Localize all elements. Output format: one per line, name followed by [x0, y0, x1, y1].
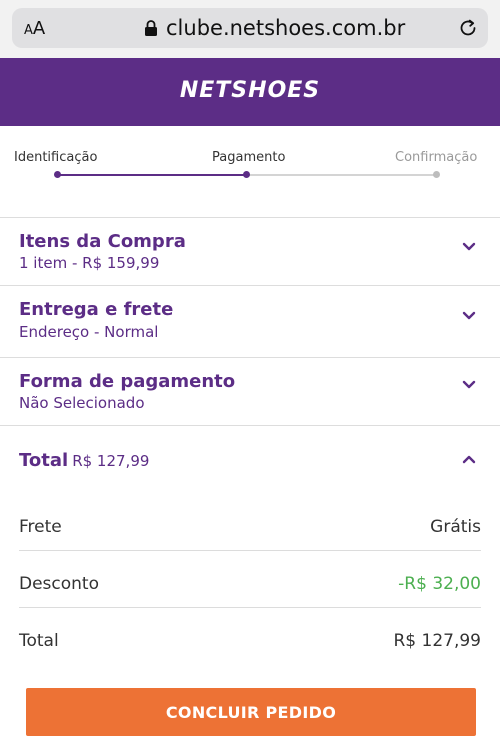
summary-row-label: Frete: [19, 517, 62, 537]
text-size-small-label: A: [24, 23, 33, 38]
concluir-pedido-button[interactable]: CONCLUIR PEDIDO: [26, 688, 476, 736]
progress-track-pending: [247, 174, 436, 176]
checkout-steps: Identificação Pagamento Confirmação: [0, 126, 500, 218]
summary-row-total: Total R$ 127,99: [19, 631, 481, 687]
chevron-up-icon[interactable]: [462, 454, 476, 464]
chevron-down-icon[interactable]: [462, 311, 476, 321]
chevron-down-icon[interactable]: [462, 380, 476, 390]
summary-row-value: R$ 127,99: [393, 631, 481, 651]
section-delivery-title: Entrega e frete: [19, 299, 174, 320]
text-size-large-label: A: [32, 18, 46, 39]
lock-icon: [145, 20, 157, 36]
section-delivery-subtitle: Endereço - Normal: [19, 323, 159, 341]
progress-track-complete: [57, 174, 247, 176]
netshoes-logo[interactable]: NETSHOES: [0, 78, 500, 103]
section-delivery[interactable]: Entrega e frete Endereço - Normal: [0, 286, 500, 357]
row-divider: [19, 607, 481, 608]
summary-row-frete: Frete Grátis: [19, 517, 481, 573]
summary-row-value: Grátis: [430, 517, 481, 537]
section-items-title: Itens da Compra: [19, 231, 186, 252]
step-pagamento: Pagamento: [212, 150, 286, 165]
total-summary-header[interactable]: Total R$ 127,99: [19, 450, 149, 471]
step-dot-identificacao: [54, 171, 61, 178]
discount-value: -R$ 32,00: [398, 574, 481, 594]
url-text: clube.netshoes.com.br: [166, 16, 406, 40]
section-items-subtitle: 1 item - R$ 159,99: [19, 254, 160, 272]
text-size-button[interactable]: AA: [24, 18, 45, 39]
section-payment-title: Forma de pagamento: [19, 371, 236, 392]
brand-header: NETSHOES: [0, 58, 500, 126]
step-confirmacao: Confirmação: [395, 150, 478, 165]
step-dot-confirmacao: [433, 171, 440, 178]
total-summary-value: R$ 127,99: [72, 452, 150, 470]
address-bar[interactable]: AA clube.netshoes.com.br: [12, 8, 488, 48]
summary-row-label: Desconto: [19, 574, 99, 594]
section-items[interactable]: Itens da Compra 1 item - R$ 159,99: [0, 218, 500, 285]
section-payment[interactable]: Forma de pagamento Não Selecionado: [0, 358, 500, 425]
section-payment-subtitle: Não Selecionado: [19, 394, 145, 412]
divider: [0, 425, 500, 426]
summary-row-desconto: Desconto -R$ 32,00: [19, 574, 481, 630]
summary-row-label: Total: [19, 631, 59, 651]
step-identificacao: Identificação: [14, 150, 98, 165]
row-divider: [19, 550, 481, 551]
total-summary-label: Total: [19, 450, 69, 471]
browser-chrome: AA clube.netshoes.com.br: [0, 0, 500, 58]
step-dot-pagamento: [243, 171, 250, 178]
reload-icon[interactable]: [456, 16, 480, 40]
chevron-down-icon[interactable]: [462, 242, 476, 252]
